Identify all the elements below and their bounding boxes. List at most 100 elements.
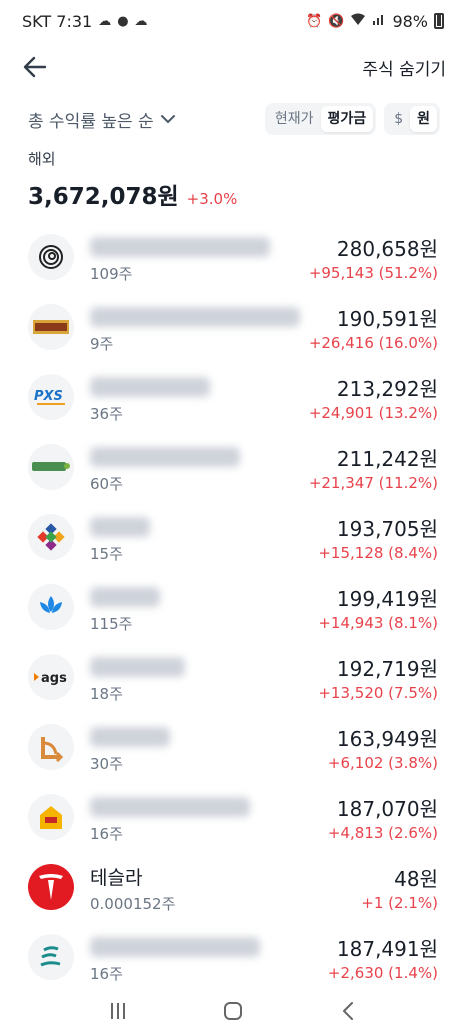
blurred-name	[90, 307, 300, 327]
holding-gain: +21,347 (11.2%)	[308, 473, 438, 492]
tab-current-price[interactable]: 현재가	[268, 106, 321, 132]
holding-info: 60주	[90, 439, 309, 495]
holding-info: 18주	[90, 649, 318, 705]
tab-usd[interactable]: $	[387, 106, 410, 132]
holding-values: 187,491원 +2,630 (1.4%)	[328, 933, 438, 982]
mute-icon: 🔇	[328, 13, 345, 29]
holding-values: 211,242원 +21,347 (11.2%)	[309, 443, 438, 492]
holding-gain: +95,143 (51.2%)	[308, 263, 438, 282]
total-row: 3,672,078원 +3.0%	[28, 177, 237, 211]
svg-text:ags: ags	[41, 671, 67, 685]
capital-logo	[28, 304, 74, 350]
holding-row[interactable]: 테슬라 0.000152주 48원 +1 (2.1%)	[0, 852, 466, 922]
alarm-icon: ⏰	[306, 13, 323, 29]
holding-value: 199,419원	[336, 586, 438, 611]
holding-value: 187,070원	[336, 796, 438, 821]
ags-logo: ags	[28, 654, 74, 700]
holding-row[interactable]: 115주 199,419원 +14,943 (8.1%)	[0, 572, 466, 642]
home-icon	[223, 1002, 242, 1020]
holding-gain: +2,630 (1.4%)	[327, 963, 438, 982]
holding-row[interactable]: 9주 190,591원 +26,416 (16.0%)	[0, 292, 466, 362]
sort-label: 총 수익률 높은 순	[28, 111, 154, 132]
holding-info: 16주	[90, 929, 328, 985]
holding-value: 192,719원	[336, 656, 438, 681]
holding-info: 9주	[90, 299, 309, 355]
pxs-logo: PXS	[28, 374, 74, 420]
knot-logo	[28, 514, 74, 560]
holding-info: 115주	[90, 579, 318, 635]
holding-row[interactable]: 60주 211,242원 +21,347 (11.2%)	[0, 432, 466, 502]
status-bar: SKT 7:31 ☁ ● ☁ ⏰ 🔇 98%	[0, 0, 466, 42]
tesla-logo	[28, 864, 74, 910]
holding-qty: 115주	[90, 615, 133, 633]
holding-row[interactable]: 15주 193,705원 +15,128 (8.4%)	[0, 502, 466, 572]
status-right: ⏰ 🔇 98%	[306, 12, 444, 31]
wifi-icon	[350, 12, 366, 30]
wave-e-logo	[28, 934, 74, 980]
blurred-name	[90, 727, 170, 747]
holding-value: 213,292원	[336, 376, 438, 401]
home-button[interactable]	[213, 991, 253, 1031]
holding-gain: +24,901 (13.2%)	[308, 403, 438, 422]
back-button[interactable]	[20, 52, 50, 82]
blurred-name	[90, 797, 250, 817]
holding-gain: +1 (2.1%)	[361, 893, 438, 912]
status-left: SKT 7:31 ☁ ● ☁	[22, 12, 148, 31]
circle-spiral-logo	[28, 234, 74, 280]
back-nav-button[interactable]	[328, 991, 368, 1031]
holding-info: 16주	[90, 789, 328, 845]
holding-gain: +26,416 (16.0%)	[308, 333, 438, 352]
sensus-logo	[28, 444, 74, 490]
holding-info: 테슬라 0.000152주	[90, 859, 361, 915]
holding-row[interactable]: PXS 36주 213,292원 +24,901 (13.2%)	[0, 362, 466, 432]
recent-apps-button[interactable]	[98, 991, 138, 1031]
price-toggle: 현재가 평가금	[264, 103, 377, 135]
system-nav-bar	[0, 986, 466, 1036]
holding-qty: 0.000152주	[90, 895, 176, 913]
holding-value: 190,591원	[336, 306, 438, 331]
house-logo	[28, 794, 74, 840]
holding-row[interactable]: 16주 187,070원 +4,813 (2.6%)	[0, 782, 466, 852]
holding-row[interactable]: ags 18주 192,719원 +13,520 (7.5%)	[0, 642, 466, 712]
holdings-list: 109주 280,658원 +95,143 (51.2%) 9주 190,591…	[0, 222, 466, 992]
holding-qty: 16주	[90, 825, 123, 843]
holding-value: 187,491원	[336, 936, 438, 961]
tab-valuation[interactable]: 평가금	[320, 106, 374, 132]
blurred-name	[90, 937, 260, 957]
blurred-name	[90, 657, 185, 677]
holding-qty: 60주	[90, 475, 123, 493]
holding-values: 213,292원 +24,901 (13.2%)	[309, 373, 438, 422]
blurred-name	[90, 237, 270, 257]
holding-qty: 30주	[90, 755, 123, 773]
lotus-logo	[28, 584, 74, 630]
holding-values: 199,419원 +14,943 (8.1%)	[318, 583, 438, 632]
holding-qty: 18주	[90, 685, 123, 703]
holding-row[interactable]: 109주 280,658원 +95,143 (51.2%)	[0, 222, 466, 292]
currency-toggle: $ 원	[384, 103, 440, 135]
carrier-time: SKT 7:31	[22, 11, 93, 31]
top-bar: 주식 숨기기	[0, 42, 466, 92]
sort-dropdown[interactable]: 총 수익률 높은 순	[28, 107, 176, 132]
chevron-left-icon	[343, 1002, 354, 1020]
total-change: +3.0%	[186, 190, 238, 208]
holding-qty: 9주	[90, 335, 114, 353]
arrow-left-icon	[23, 56, 47, 78]
holding-row[interactable]: 16주 187,491원 +2,630 (1.4%)	[0, 922, 466, 992]
holding-values: 192,719원 +13,520 (7.5%)	[318, 653, 438, 702]
holding-value: 193,705원	[336, 516, 438, 541]
holding-values: 48원 +1 (2.1%)	[361, 863, 438, 912]
holding-gain: +15,128 (8.4%)	[318, 543, 438, 562]
hide-stocks-button[interactable]: 주식 숨기기	[362, 55, 446, 80]
holding-values: 193,705원 +15,128 (8.4%)	[318, 513, 438, 562]
holding-row[interactable]: 30주 163,949원 +6,102 (3.8%)	[0, 712, 466, 782]
signal-icon	[372, 12, 386, 30]
holding-info: 109주	[90, 229, 309, 285]
holding-info: 30주	[90, 719, 328, 775]
holding-value: 163,949원	[336, 726, 438, 751]
holding-values: 280,658원 +95,143 (51.2%)	[309, 233, 438, 282]
filter-row: 총 수익률 높은 순 현재가 평가금 $ 원	[0, 100, 466, 138]
chevron-down-icon	[160, 115, 175, 123]
tab-krw[interactable]: 원	[410, 106, 437, 132]
portfolio-summary: 해외 3,672,078원 +3.0%	[28, 148, 237, 211]
holding-qty: 36주	[90, 405, 123, 423]
